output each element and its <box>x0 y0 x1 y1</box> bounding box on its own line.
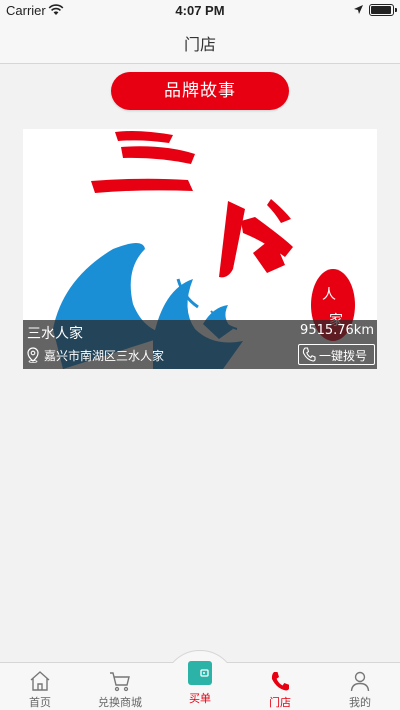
location-arrow-icon <box>354 5 363 14</box>
call-button[interactable]: 一键拨号 <box>298 344 375 365</box>
navigation-bar: 门店 <box>0 20 400 64</box>
phone-icon <box>302 347 316 362</box>
tab-mall[interactable]: 兑换商城 <box>80 663 160 710</box>
location-pin-icon <box>27 347 39 363</box>
store-distance: 9515.76km <box>300 323 374 338</box>
brand-story-button[interactable]: 品牌故事 <box>111 72 289 110</box>
tab-home-label: 首页 <box>29 696 51 709</box>
tab-mall-label: 兑换商城 <box>98 696 142 709</box>
tab-store-label: 门店 <box>269 696 291 709</box>
store-address: 嘉兴市南湖区三水人家 <box>44 349 165 363</box>
tab-profile[interactable]: 我的 <box>320 663 400 710</box>
store-info-overlay: 三水人家 9515.76km 嘉兴市南湖区三水人家 一键拨号 <box>23 320 377 369</box>
logo-seal-char-1: 人 <box>322 287 336 303</box>
cart-icon <box>110 672 130 692</box>
tab-profile-label: 我的 <box>349 696 371 709</box>
battery-icon <box>369 4 397 16</box>
home-icon <box>30 671 50 691</box>
tab-pay[interactable]: 买单 <box>160 655 240 710</box>
user-icon <box>350 671 370 692</box>
wallet-icon <box>188 661 212 685</box>
status-bar: Carrier 4:07 PM <box>0 0 400 20</box>
tab-home[interactable]: 首页 <box>0 663 80 710</box>
store-card[interactable]: 人 家 三水人家 9515.76km 嘉兴市南湖区三水人家 一键拨号 <box>23 129 377 369</box>
call-button-label: 一键拨号 <box>319 349 368 363</box>
phone-icon <box>271 672 289 691</box>
store-name: 三水人家 <box>27 326 83 342</box>
page-title: 门店 <box>183 35 216 54</box>
tab-pay-label: 买单 <box>189 692 211 705</box>
clock: 4:07 PM <box>175 3 225 18</box>
tab-store[interactable]: 门店 <box>240 663 320 710</box>
